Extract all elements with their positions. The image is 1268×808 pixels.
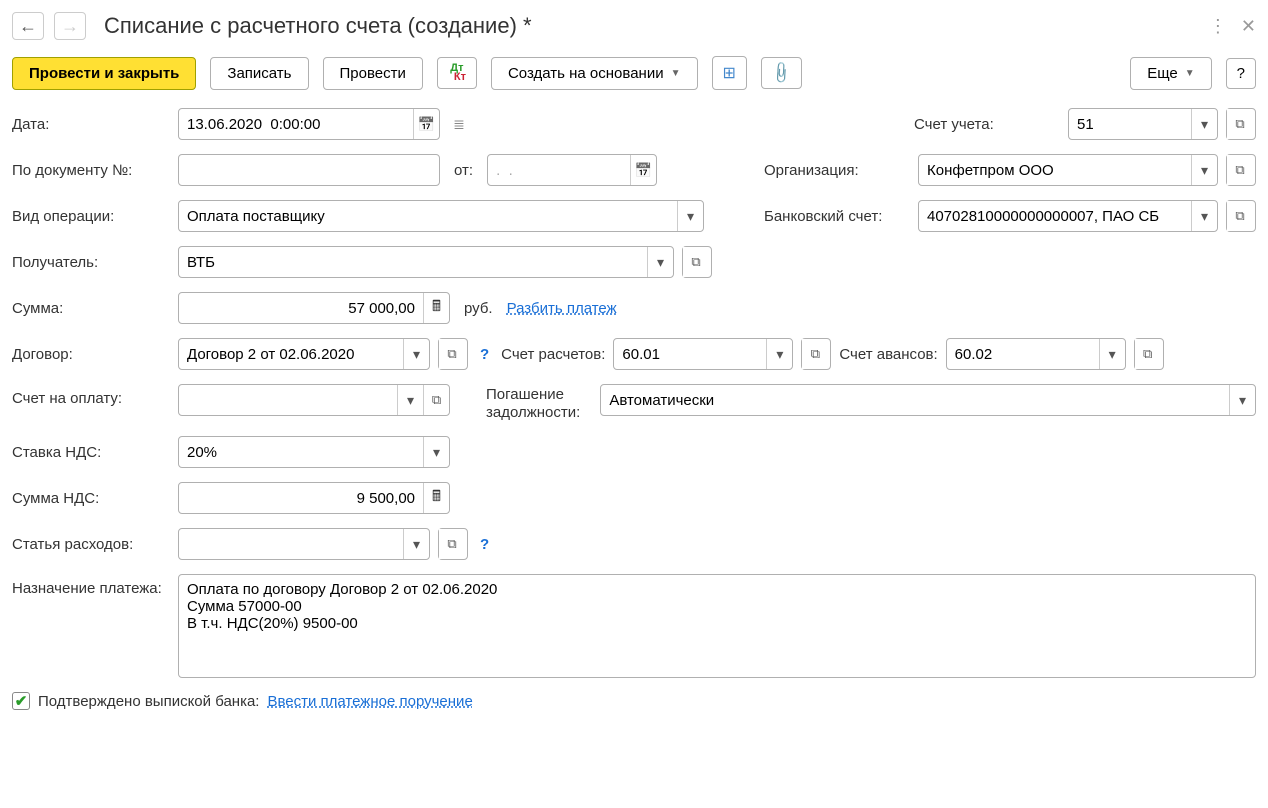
- vat-rate-label: Ставка НДС:: [12, 444, 170, 461]
- bank-acc-input[interactable]: [919, 201, 1191, 231]
- confirmed-label: Подтверждено выпиской банка:: [38, 693, 259, 710]
- attachments-button[interactable]: 📎: [761, 57, 802, 89]
- op-type-label: Вид операции:: [12, 208, 170, 225]
- debt-repay-label-2: задолжности:: [486, 404, 580, 422]
- settle-acc-expand-button[interactable]: ⧉: [802, 339, 828, 369]
- nav-forward-button: →: [54, 12, 86, 40]
- contract-expand-button[interactable]: ⧉: [439, 339, 465, 369]
- debt-repay-dropdown[interactable]: ▾: [1229, 385, 1255, 415]
- calculator-icon: [432, 486, 441, 511]
- contract-dropdown[interactable]: ▾: [403, 339, 429, 369]
- expense-hint[interactable]: ?: [476, 536, 493, 553]
- expense-dropdown[interactable]: ▾: [403, 529, 429, 559]
- advance-acc-expand-button[interactable]: ⧉: [1135, 339, 1161, 369]
- settle-acc-input[interactable]: [614, 339, 766, 369]
- calculator-icon: [432, 296, 441, 321]
- post-and-close-button[interactable]: Провести и закрыть: [12, 57, 196, 90]
- from-label: от:: [448, 162, 479, 179]
- payee-label: Получатель:: [12, 254, 170, 271]
- bank-acc-label: Банковский счет:: [764, 208, 910, 225]
- menu-icon[interactable]: [1209, 16, 1227, 37]
- payee-dropdown[interactable]: ▾: [647, 247, 673, 277]
- contract-input[interactable]: [179, 339, 403, 369]
- invoice-expand-button[interactable]: ⧉: [423, 385, 449, 415]
- help-button[interactable]: ?: [1226, 58, 1256, 89]
- structure-button[interactable]: ⊞: [712, 56, 747, 90]
- from-date-input[interactable]: [488, 155, 630, 185]
- payee-input[interactable]: [179, 247, 647, 277]
- invoice-label: Счет на оплату:: [12, 384, 170, 407]
- close-icon[interactable]: ✕: [1241, 16, 1256, 37]
- settle-acc-label: Счет расчетов:: [501, 346, 605, 363]
- advance-acc-label: Счет авансов:: [839, 346, 937, 363]
- calendar-icon: [635, 162, 652, 179]
- from-calendar-button[interactable]: [630, 155, 656, 185]
- amount-input[interactable]: [179, 293, 423, 323]
- vat-rate-input[interactable]: [179, 437, 423, 467]
- structure-icon: ⊞: [723, 63, 736, 83]
- doc-no-label: По документу №:: [12, 162, 170, 179]
- payee-expand-button[interactable]: ⧉: [683, 247, 709, 277]
- more-button[interactable]: Еще▼: [1130, 57, 1211, 90]
- account-dropdown[interactable]: ▾: [1191, 109, 1217, 139]
- org-label: Организация:: [764, 162, 910, 179]
- org-input[interactable]: [919, 155, 1191, 185]
- invoice-dropdown[interactable]: ▾: [397, 385, 423, 415]
- debt-repay-input[interactable]: [601, 385, 1229, 415]
- split-payment-link[interactable]: Разбить платеж: [507, 300, 617, 317]
- op-type-input[interactable]: [179, 201, 677, 231]
- list-icon-button[interactable]: [448, 116, 470, 133]
- amount-calc-button[interactable]: [423, 293, 449, 323]
- date-input[interactable]: [179, 109, 413, 139]
- vat-rate-dropdown[interactable]: ▾: [423, 437, 449, 467]
- settle-acc-dropdown[interactable]: ▾: [766, 339, 792, 369]
- calendar-button[interactable]: [413, 109, 439, 139]
- create-based-on-button[interactable]: Создать на основании▼: [491, 57, 698, 90]
- chevron-down-icon: ▼: [671, 68, 681, 79]
- advance-acc-dropdown[interactable]: ▾: [1099, 339, 1125, 369]
- purpose-textarea[interactable]: [178, 574, 1256, 678]
- doc-no-input[interactable]: [179, 155, 439, 185]
- op-type-dropdown[interactable]: ▾: [677, 201, 703, 231]
- vat-sum-calc-button[interactable]: [423, 483, 449, 513]
- advance-acc-input[interactable]: [947, 339, 1099, 369]
- invoice-input[interactable]: [179, 385, 397, 415]
- post-button[interactable]: Провести: [323, 57, 423, 90]
- nav-back-button[interactable]: ←: [12, 12, 44, 40]
- org-expand-button[interactable]: ⧉: [1227, 155, 1253, 185]
- expense-label: Статья расходов:: [12, 536, 170, 553]
- currency-label: руб.: [458, 300, 499, 317]
- date-label: Дата:: [12, 116, 170, 133]
- dtkt-button[interactable]: ДтКт: [437, 57, 477, 89]
- account-expand-button[interactable]: ⧉: [1227, 109, 1253, 139]
- bank-acc-dropdown[interactable]: ▾: [1191, 201, 1217, 231]
- enter-payment-order-link[interactable]: Ввести платежное поручение: [267, 693, 472, 710]
- debt-repay-label-1: Погашение: [486, 386, 580, 404]
- expense-input[interactable]: [179, 529, 403, 559]
- account-input[interactable]: [1069, 109, 1191, 139]
- amount-label: Сумма:: [12, 300, 170, 317]
- expense-expand-button[interactable]: ⧉: [439, 529, 465, 559]
- vat-sum-input[interactable]: [179, 483, 423, 513]
- calendar-icon: [418, 116, 435, 133]
- confirmed-checkbox[interactable]: ✔: [12, 692, 30, 710]
- bank-acc-expand-button[interactable]: ⧉: [1227, 201, 1253, 231]
- vat-sum-label: Сумма НДС:: [12, 490, 170, 507]
- save-button[interactable]: Записать: [210, 57, 308, 90]
- contract-label: Договор:: [12, 346, 170, 363]
- paperclip-icon: 📎: [768, 60, 794, 86]
- page-title: Списание с расчетного счета (создание) *: [104, 13, 1199, 39]
- purpose-label: Назначение платежа:: [12, 574, 170, 597]
- chevron-down-icon: ▼: [1185, 68, 1195, 79]
- org-dropdown[interactable]: ▾: [1191, 155, 1217, 185]
- contract-hint[interactable]: ?: [476, 346, 493, 363]
- list-icon: [453, 116, 465, 133]
- account-label: Счет учета:: [914, 116, 1060, 133]
